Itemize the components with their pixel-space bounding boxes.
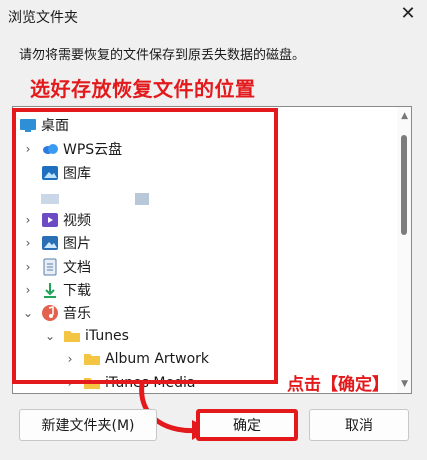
tree-item-videos[interactable]: › 视频 <box>21 208 91 232</box>
ok-button[interactable]: 确定 <box>196 409 298 441</box>
scrollbar-thumb[interactable] <box>401 135 407 235</box>
tree-item-label: 桌面 <box>41 118 69 134</box>
tree-item-label: Album Artwork <box>105 351 210 367</box>
chevron-right-icon[interactable]: › <box>21 278 35 302</box>
tree-item-label: 下载 <box>63 283 91 299</box>
window-title: 浏览文件夹 <box>8 10 78 26</box>
tree-item-itunes[interactable]: ⌄ iTunes <box>43 324 129 348</box>
chevron-right-icon[interactable]: › <box>21 255 35 279</box>
desktop-icon <box>19 116 37 134</box>
folder-icon <box>83 374 101 392</box>
chevron-right-icon[interactable]: › <box>21 208 35 232</box>
tree-item-music[interactable]: ⌄ 音乐 <box>21 301 91 325</box>
instruction-text: 请勿将需要恢复的文件保存到原丢失数据的磁盘。 <box>19 48 306 63</box>
tree-item-downloads[interactable]: › 下载 <box>21 278 91 302</box>
tree-item-label: 图片 <box>63 236 91 252</box>
cloud-icon <box>41 140 59 158</box>
folder-icon <box>83 350 101 368</box>
video-icon <box>41 211 59 229</box>
documents-icon <box>41 258 59 276</box>
tree-item-album-artwork[interactable]: › Album Artwork <box>63 347 209 371</box>
new-folder-button[interactable]: 新建文件夹(M) <box>19 409 157 441</box>
annotation-click-ok: 点击【确定】 <box>287 375 389 395</box>
tree-item-pictures[interactable]: › 图片 <box>21 231 91 255</box>
tree-item-label: 图库 <box>63 166 91 182</box>
scroll-down-icon[interactable]: ▼ <box>401 379 408 389</box>
tree-item-label: iTunes <box>85 328 129 344</box>
title-bar: 浏览文件夹 ✕ <box>0 0 427 32</box>
tree-item-wps-cloud[interactable]: › WPS云盘 <box>21 137 123 161</box>
chevron-down-icon[interactable]: ⌄ <box>43 324 57 348</box>
close-icon[interactable]: ✕ <box>397 2 419 26</box>
chevron-right-icon[interactable]: › <box>63 347 77 371</box>
annotation-select-location: 选好存放恢复文件的位置 <box>30 77 256 101</box>
tree-item-label: 视频 <box>63 213 91 229</box>
chevron-down-icon[interactable]: ⌄ <box>21 301 35 325</box>
gallery-icon <box>41 164 59 182</box>
tree-item-label: 文档 <box>63 260 91 276</box>
tree-item-documents[interactable]: › 文档 <box>21 255 91 279</box>
cancel-button[interactable]: 取消 <box>309 409 409 441</box>
folder-tree[interactable]: 桌面 › WPS云盘 图库 › 视频 › 图片 › 文档 › 下载 ⌄ 音乐 ⌄… <box>12 106 412 394</box>
chevron-right-icon[interactable]: › <box>21 231 35 255</box>
blurred-icon <box>41 190 59 208</box>
pictures-icon <box>41 234 59 252</box>
tree-item-label: 音乐 <box>63 306 91 322</box>
tree-item-gallery[interactable]: 图库 <box>21 161 91 185</box>
folder-icon <box>63 327 81 345</box>
chevron-right-icon[interactable]: › <box>63 371 77 393</box>
music-icon <box>41 304 59 322</box>
vertical-scrollbar[interactable]: ▲ ▼ <box>397 107 411 393</box>
scroll-up-icon[interactable]: ▲ <box>401 111 408 121</box>
chevron-right-icon[interactable]: › <box>21 137 35 161</box>
tree-item-desktop[interactable]: 桌面 <box>19 113 69 137</box>
download-icon <box>41 281 59 299</box>
tree-item-label: WPS云盘 <box>63 142 123 158</box>
